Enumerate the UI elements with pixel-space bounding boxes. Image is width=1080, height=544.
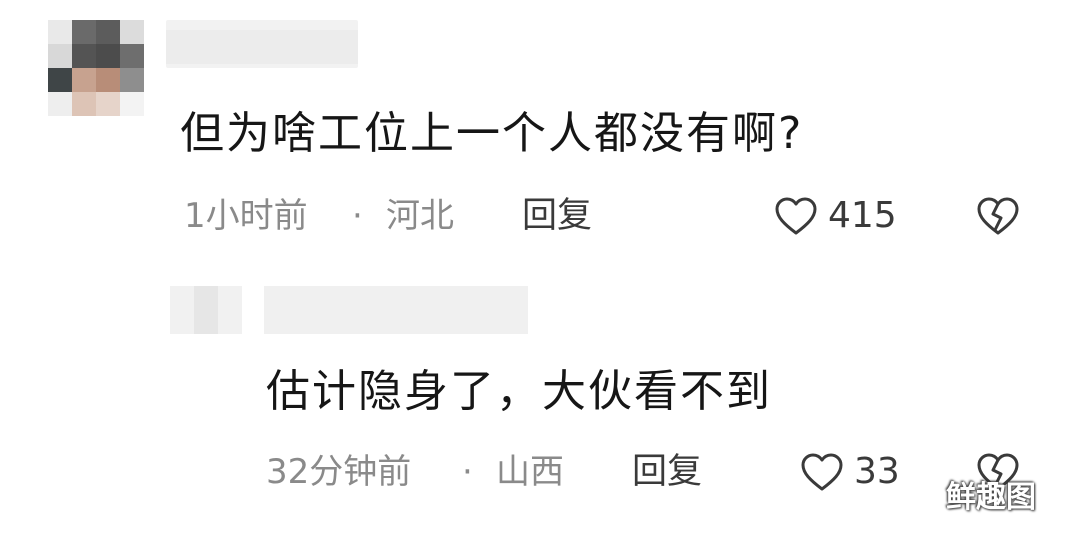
- meta-separator: ·: [462, 452, 473, 492]
- reply-avatar[interactable]: [170, 286, 242, 334]
- reply-button[interactable]: 回复: [522, 194, 592, 238]
- heart-outline-icon[interactable]: [800, 452, 844, 492]
- reply-username-blurred[interactable]: [264, 286, 528, 334]
- username-blurred-inner: [166, 30, 358, 64]
- heart-outline-icon[interactable]: [774, 196, 818, 236]
- avatar[interactable]: [48, 20, 144, 116]
- comment-text: 但为啥工位上一个人都没有啊?: [180, 108, 804, 159]
- reply-text: 估计隐身了，大伙看不到: [266, 366, 772, 417]
- like-count: 415: [828, 195, 897, 236]
- watermark: 鲜趣图: [946, 480, 1036, 515]
- broken-heart-icon[interactable]: [976, 196, 1020, 236]
- reply-time: 32分钟前: [266, 452, 412, 492]
- reply-button[interactable]: 回复: [632, 450, 702, 494]
- meta-separator: ·: [352, 196, 363, 236]
- like-count: 33: [854, 451, 900, 492]
- comment-location: 河北: [386, 196, 454, 236]
- reply-location: 山西: [496, 452, 564, 492]
- comment-time: 1小时前: [184, 196, 308, 236]
